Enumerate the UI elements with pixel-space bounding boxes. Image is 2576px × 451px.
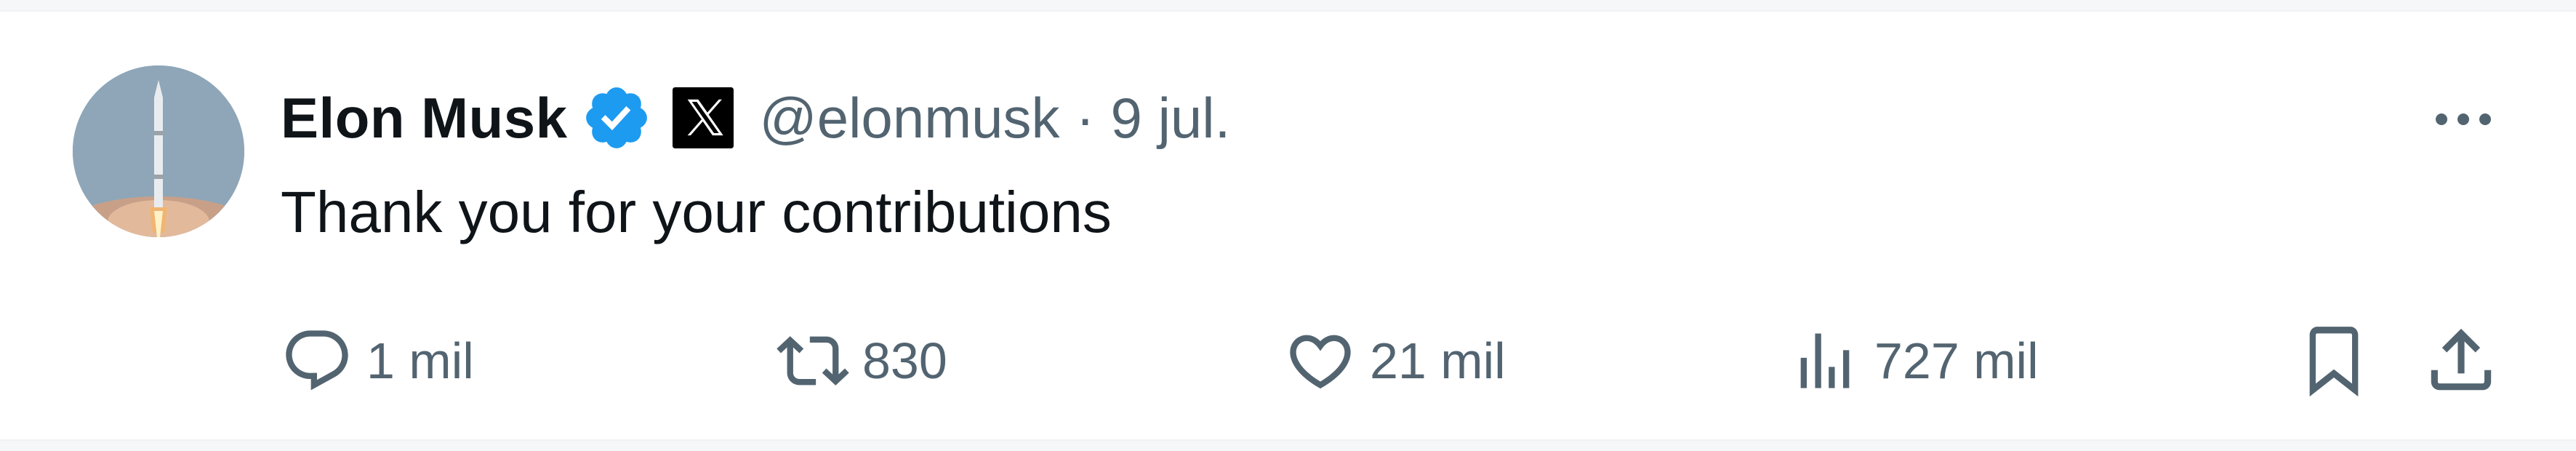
reply-icon (281, 324, 353, 397)
like-count: 21 mil (1370, 332, 1506, 389)
author-handle[interactable]: @elonmusk (760, 85, 1060, 151)
views-button[interactable]: 727 mil (1789, 317, 2039, 404)
views-chart-icon (1789, 324, 1861, 397)
tweet-text: Thank you for your contributions (281, 180, 1112, 244)
avatar-image (73, 65, 244, 237)
bookmark-icon[interactable] (2298, 320, 2370, 400)
share-icon[interactable] (2421, 320, 2501, 400)
reply-count: 1 mil (366, 332, 474, 389)
more-options-icon[interactable] (2427, 97, 2500, 141)
tweet-card[interactable]: Elon Musk @elonmusk · 9 jul. Thank you f… (0, 10, 2576, 441)
retweet-button[interactable]: 830 (777, 317, 947, 404)
header-separator: · (1075, 85, 1095, 150)
reply-button[interactable]: 1 mil (281, 317, 474, 404)
retweet-icon (777, 324, 849, 397)
tweet-header: Elon Musk @elonmusk · 9 jul. (281, 79, 1230, 157)
retweet-count: 830 (862, 332, 947, 389)
x-logo-icon[interactable] (672, 87, 734, 148)
tweet-date[interactable]: 9 jul. (1111, 85, 1231, 151)
author-display-name[interactable]: Elon Musk (281, 85, 568, 151)
views-count: 727 mil (1874, 332, 2039, 389)
heart-icon (1284, 324, 1357, 397)
like-button[interactable]: 21 mil (1284, 317, 1506, 404)
avatar[interactable] (73, 65, 244, 237)
verified-badge-icon[interactable] (581, 82, 652, 153)
